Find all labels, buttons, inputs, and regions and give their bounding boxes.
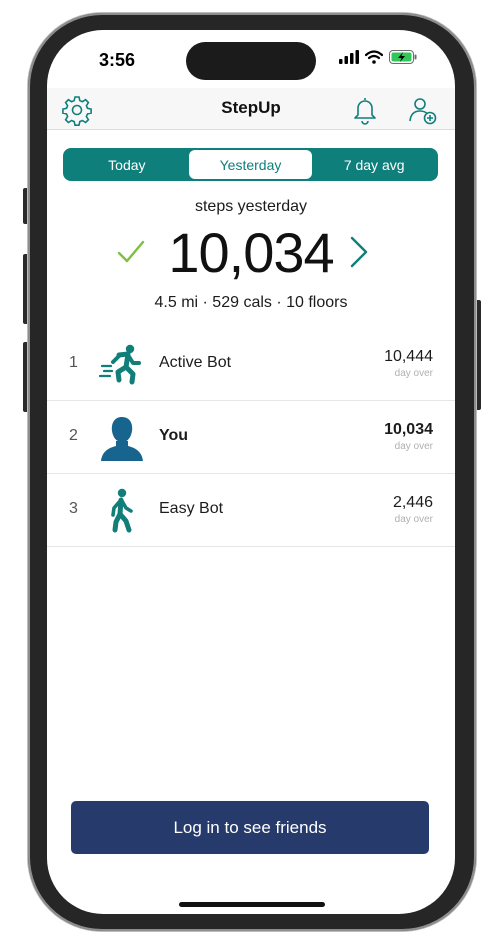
battery-charging-icon	[389, 50, 417, 64]
home-indicator[interactable]	[179, 902, 325, 907]
nav-bar: StepUp	[47, 88, 455, 130]
leaderboard-row[interactable]: 1 Active Bot 10,444 day over	[47, 328, 455, 401]
participant-name: You	[159, 427, 189, 444]
person-avatar-icon	[101, 417, 143, 461]
steps-label: steps yesterday	[194, 198, 308, 215]
rank: 2	[69, 427, 78, 444]
day-segmented-control: Today Yesterday 7 day avg	[63, 148, 438, 181]
steps-summary: 10,034	[47, 220, 455, 286]
daily-stats: 4.5 mi · 529 cals · 10 floors	[154, 294, 348, 311]
participant-sub: day over	[394, 368, 433, 379]
leaderboard-list: 1 Active Bot 10,444 day over 2 You 10,03…	[47, 328, 455, 547]
running-icon	[99, 344, 141, 385]
app-screen: 3:56 StepUp Today Yesterday 7 day avg st…	[47, 30, 455, 914]
participant-name: Easy Bot	[159, 500, 224, 517]
dynamic-island	[186, 42, 316, 80]
walking-icon	[111, 488, 133, 533]
status-time: 3:56	[99, 50, 136, 70]
add-friend-icon[interactable]	[407, 94, 439, 126]
bell-icon[interactable]	[349, 94, 381, 126]
rank: 1	[69, 354, 78, 371]
rank: 3	[69, 500, 78, 517]
login-button[interactable]: Log in to see friends	[71, 801, 429, 854]
status-icons	[339, 50, 417, 64]
chevron-right-icon[interactable]	[348, 234, 370, 270]
tab-today[interactable]: Today	[65, 150, 189, 179]
cellular-signal-icon	[339, 50, 359, 64]
wifi-icon	[365, 50, 383, 64]
participant-sub: day over	[394, 441, 433, 452]
participant-steps: 10,034	[384, 421, 433, 438]
participant-name: Active Bot	[159, 354, 232, 371]
steps-count: 10,034	[168, 221, 334, 284]
leaderboard-row[interactable]: 3 Easy Bot 2,446 day over	[47, 474, 455, 547]
leaderboard-row[interactable]: 2 You 10,034 day over	[47, 401, 455, 474]
tab-yesterday[interactable]: Yesterday	[188, 150, 313, 179]
participant-steps: 2,446	[392, 494, 433, 511]
participant-steps: 10,444	[384, 348, 433, 365]
participant-sub: day over	[394, 514, 433, 525]
nav-title: StepUp	[221, 98, 281, 117]
tab-7-day-avg[interactable]: 7 day avg	[312, 150, 436, 179]
